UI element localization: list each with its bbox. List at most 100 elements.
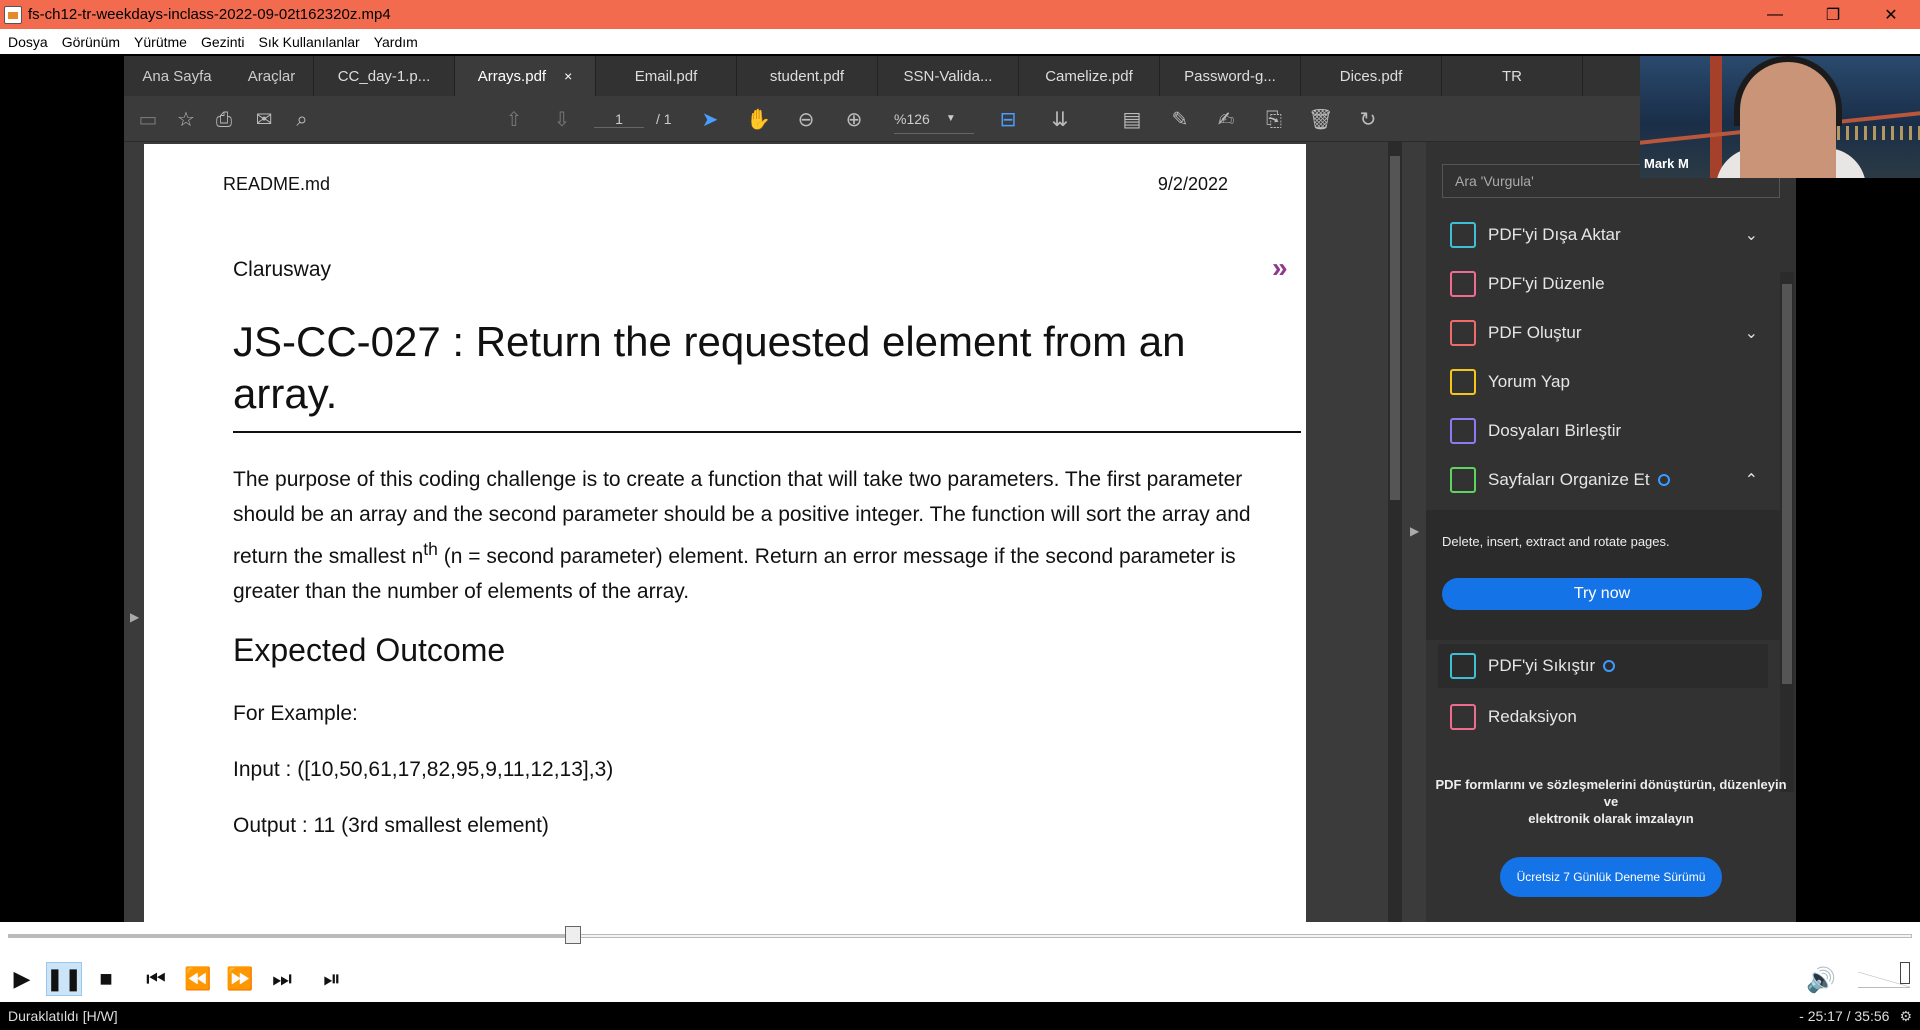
chevron-down-icon[interactable]: ⌄ [1745,323,1758,343]
tool-comment[interactable]: Yorum Yap [1426,357,1780,406]
organize-pages-icon [1450,466,1476,493]
play-icon[interactable]: ▶ [4,962,40,996]
promo-line: PDF formlarını ve sözleşmelerini dönüştü… [1435,777,1787,792]
menu-help[interactable]: Yardım [374,34,418,50]
zoom-out-icon[interactable]: ⊖ [794,108,818,132]
menu-view[interactable]: Görünüm [62,34,120,50]
edit-icon[interactable]: ⎘ [1262,108,1286,132]
sign-icon[interactable]: ✍ [1214,108,1238,132]
tab-email[interactable]: Email.pdf [596,56,737,96]
fast-forward-icon[interactable]: ⏩ [222,962,258,996]
tab-tr[interactable]: TR [1442,56,1583,96]
search-icon[interactable]: ⌕ [290,108,314,132]
page-up-icon[interactable]: ⇧ [502,108,526,132]
tool-redact[interactable]: Redaksiyon [1426,692,1780,741]
star-icon[interactable]: ☆ [174,108,198,132]
scroll-mode-icon[interactable]: ⇊ [1048,108,1072,132]
left-panel-toggle-icon[interactable]: ▶ [130,610,139,624]
volume-thumb[interactable] [1900,962,1910,984]
try-now-button[interactable]: Try now [1442,578,1762,610]
zoom-in-icon[interactable]: ⊕ [842,108,866,132]
zoom-select[interactable]: %126 ▼ [894,104,974,134]
tool-export-pdf[interactable]: PDF'yi Dışa Aktar ⌄ [1426,210,1780,259]
mail-icon[interactable]: ✉ [252,108,276,132]
menu-favorites[interactable]: Sık Kullanılanlar [259,34,360,50]
tab-camelize[interactable]: Camelize.pdf [1019,56,1160,96]
highlight-icon[interactable]: ✎ [1168,108,1192,132]
close-button[interactable]: ✕ [1862,0,1920,29]
free-trial-button[interactable]: Ücretsiz 7 Günlük Deneme Sürümü [1500,857,1722,897]
webcam-overlay: Mark M [1640,56,1920,178]
select-cursor-icon[interactable]: ➤ [698,108,722,132]
tab-label: Email.pdf [634,67,698,85]
video-area[interactable]: Ana Sayfa Araçlar CC_day-1.p... Arrays.p… [0,54,1920,922]
tab-close-icon[interactable]: × [564,68,572,84]
comment-icon[interactable]: ▤ [1120,108,1144,132]
stop-icon[interactable]: ■ [88,962,124,996]
minimize-button[interactable]: — [1746,0,1804,29]
seek-progress [9,935,575,937]
page-header-filename: README.md [223,174,331,194]
window-titlebar: fs-ch12-tr-weekdays-inclass-2022-09-02t1… [0,0,1920,29]
panel-scrollbar[interactable] [1780,272,1794,792]
tab-tools[interactable]: Araçlar [230,56,314,96]
frame-step-icon[interactable]: ⏯ [314,962,350,996]
page-number-input[interactable]: 1 [594,111,644,128]
menu-navigate[interactable]: Gezinti [201,34,245,50]
volume-icon[interactable]: 🔊 [1806,966,1836,995]
acrobat-tab-bar: Ana Sayfa Araçlar CC_day-1.p... Arrays.p… [124,56,1796,96]
restore-button[interactable]: ❐ [1804,0,1862,29]
skip-previous-icon[interactable]: ⏮ [138,962,174,996]
chevron-down-icon[interactable]: ⌄ [1745,225,1758,245]
organize-pages-details: Delete, insert, extract and rotate pages… [1426,510,1780,640]
right-panel-toggle-icon[interactable]: ▶ [1410,524,1419,538]
example-output: Output : 11 (3rd smallest element) [233,814,549,837]
rewind-icon[interactable]: ⏪ [180,962,216,996]
page-down-icon[interactable]: ⇩ [550,108,574,132]
tools-panel: Ara 'Vurgula' PDF'yi Dışa Aktar ⌄ PDF'yi… [1426,142,1796,922]
tab-student[interactable]: student.pdf [737,56,878,96]
pdf-page: README.md 9/2/2022 Clarusway » JS-CC-027… [144,144,1306,922]
page-header-date: 9/2/2022 [1157,174,1228,194]
chevron-up-icon[interactable]: ⌃ [1745,470,1758,490]
pause-icon[interactable]: ❚❚ [46,962,82,996]
app-icon [4,5,22,24]
playback-time: - 25:17 / 35:56 [1799,1008,1890,1024]
example-input: Input : ([10,50,61,17,82,95,9,11,12,13],… [233,758,614,781]
combine-files-icon [1450,417,1476,444]
tool-create-pdf[interactable]: PDF Oluştur ⌄ [1426,308,1780,357]
tab-ssn-validation[interactable]: SSN-Valida... [878,56,1019,96]
tool-edit-pdf[interactable]: PDF'yi Düzenle [1426,259,1780,308]
tool-combine-files[interactable]: Dosyaları Birleştir [1426,406,1780,455]
tool-organize-pages[interactable]: Sayfaları Organize Et ⌃ [1426,455,1780,504]
tab-arrays[interactable]: Arrays.pdf × [455,56,596,96]
edit-pdf-icon [1450,270,1476,297]
tool-compress-pdf[interactable]: PDF'yi Sıkıştır [1438,644,1768,688]
menu-bar: Dosya Görünüm Yürütme Gezinti Sık Kullan… [0,29,1920,54]
document-area: README.md 9/2/2022 Clarusway » JS-CC-027… [124,142,1382,922]
menu-file[interactable]: Dosya [8,34,48,50]
scrollbar-thumb[interactable] [1390,156,1400,500]
tab-cc-day-1[interactable]: CC_day-1.p... [314,56,455,96]
tab-password[interactable]: Password-g... [1160,56,1301,96]
print-icon[interactable]: ⎙ [212,108,236,132]
document-scrollbar[interactable] [1388,142,1402,922]
zoom-value: %126 [894,110,930,127]
panel-scrollbar-thumb[interactable] [1782,284,1792,684]
tab-dices[interactable]: Dices.pdf [1301,56,1442,96]
tab-home[interactable]: Ana Sayfa [124,56,230,96]
menu-playback[interactable]: Yürütme [134,34,187,50]
fit-page-icon[interactable]: ⊟ [996,108,1020,132]
rotate-icon[interactable]: ↻ [1356,108,1380,132]
hand-tool-icon[interactable]: ✋ [746,108,771,132]
skip-next-icon[interactable]: ⏭ [264,962,300,996]
tools-list: PDF'yi Dışa Aktar ⌄ PDF'yi Düzenle PDF O… [1426,210,1780,504]
settings-icon[interactable]: ⚙ [1899,1008,1920,1025]
tool-label: PDF'yi Düzenle [1488,273,1605,293]
premium-badge-icon [1657,473,1670,486]
delete-icon[interactable]: 🗑 [1308,108,1333,132]
seek-bar[interactable] [8,934,1912,938]
organize-pages-description: Delete, insert, extract and rotate pages… [1442,534,1670,549]
seek-thumb[interactable] [565,926,582,944]
save-icon[interactable]: ▭ [136,108,160,132]
